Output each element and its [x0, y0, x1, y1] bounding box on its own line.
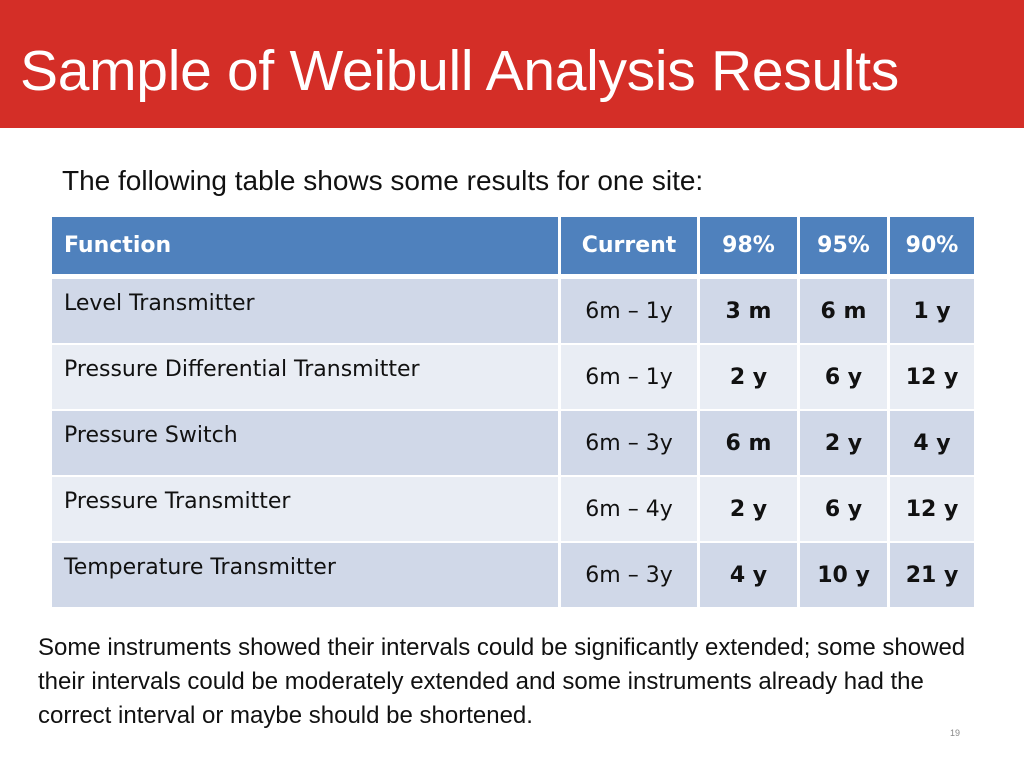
summary-text: Some instruments showed their intervals …	[38, 634, 966, 729]
table-row: Pressure Transmitter 6m – 4y 2 y 6 y 12 …	[52, 477, 974, 543]
intro-text: The following table shows some results f…	[62, 165, 704, 196]
cell-90: 21 y	[890, 543, 974, 609]
cell-current: 6m – 1y	[561, 345, 697, 411]
header-current: Current	[561, 217, 697, 279]
cell-95: 10 y	[800, 543, 887, 609]
table-row: Pressure Switch 6m – 3y 6 m 2 y 4 y	[52, 411, 974, 477]
cell-function: Level Transmitter	[52, 279, 558, 345]
cell-current: 6m – 1y	[561, 279, 697, 345]
header-98: 98%	[700, 217, 797, 279]
cell-90: 12 y	[890, 477, 974, 543]
cell-function: Pressure Transmitter	[52, 477, 558, 543]
cell-current: 6m – 3y	[561, 411, 697, 477]
cell-90: 12 y	[890, 345, 974, 411]
cell-95: 6 y	[800, 345, 887, 411]
cell-function: Pressure Switch	[52, 411, 558, 477]
cell-95: 6 m	[800, 279, 887, 345]
results-table: Function Current 98% 95% 90% Level Trans…	[49, 217, 977, 609]
cell-90: 1 y	[890, 279, 974, 345]
table-row: Pressure Differential Transmitter 6m – 1…	[52, 345, 974, 411]
header-95: 95%	[800, 217, 887, 279]
cell-95: 6 y	[800, 477, 887, 543]
table-row: Level Transmitter 6m – 1y 3 m 6 m 1 y	[52, 279, 974, 345]
cell-current: 6m – 4y	[561, 477, 697, 543]
cell-function: Pressure Differential Transmitter	[52, 345, 558, 411]
slide-title: Sample of Weibull Analysis Results	[20, 39, 899, 103]
table-header-row: Function Current 98% 95% 90%	[52, 217, 974, 279]
page-number: 19	[950, 728, 961, 738]
cell-98: 3 m	[700, 279, 797, 345]
cell-current: 6m – 3y	[561, 543, 697, 609]
cell-98: 2 y	[700, 345, 797, 411]
cell-95: 2 y	[800, 411, 887, 477]
cell-98: 6 m	[700, 411, 797, 477]
title-bar: Sample of Weibull Analysis Results	[0, 0, 1024, 128]
cell-98: 4 y	[700, 543, 797, 609]
header-90: 90%	[890, 217, 974, 279]
header-function: Function	[52, 217, 558, 279]
cell-90: 4 y	[890, 411, 974, 477]
table-row: Temperature Transmitter 6m – 3y 4 y 10 y…	[52, 543, 974, 609]
cell-98: 2 y	[700, 477, 797, 543]
cell-function: Temperature Transmitter	[52, 543, 558, 609]
